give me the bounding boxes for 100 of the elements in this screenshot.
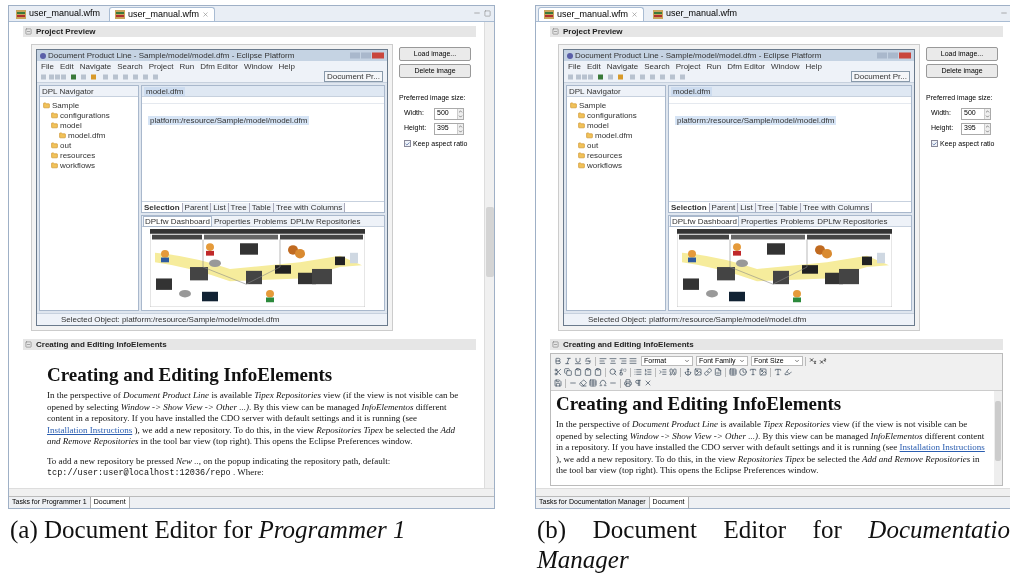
tree-item[interactable]: model.dfm <box>68 130 106 140</box>
tree-item[interactable]: platform:/resource/Sample/model/model.dfm <box>148 116 310 125</box>
menu-item[interactable]: Navigate <box>79 61 112 71</box>
caret-icon[interactable] <box>739 358 745 364</box>
superscript-icon[interactable] <box>819 357 827 365</box>
toolbar-icon[interactable] <box>619 357 627 365</box>
toolbar-icon[interactable] <box>669 368 677 376</box>
spinner-icon[interactable] <box>984 123 990 134</box>
toolbar-icon[interactable] <box>634 379 642 387</box>
spinner-icon[interactable] <box>457 108 463 119</box>
perspective-button[interactable]: Document Pr... <box>324 71 383 82</box>
view-tab[interactable]: Parent <box>182 202 212 212</box>
toolbar-icon[interactable] <box>584 357 592 365</box>
checkbox[interactable] <box>931 140 938 148</box>
view-tab[interactable]: Problems <box>252 216 289 226</box>
menu-item[interactable]: Dfm Editor <box>200 61 238 71</box>
view-tab[interactable]: Selection <box>142 202 183 212</box>
toolbar-icon[interactable] <box>774 368 782 376</box>
tree-item[interactable]: resources <box>60 150 96 160</box>
toolbar-icon[interactable] <box>714 368 722 376</box>
tree-item[interactable]: out <box>587 140 599 150</box>
view-tab[interactable]: List <box>738 202 756 212</box>
toolbar-icon[interactable] <box>634 368 642 376</box>
menu-item[interactable]: Run <box>706 61 722 71</box>
view-tab[interactable]: Tree <box>755 202 777 212</box>
perspective-button[interactable]: Document Pr... <box>851 71 910 82</box>
view-tab[interactable]: Properties <box>739 216 779 226</box>
toolbar-icon[interactable] <box>579 379 587 387</box>
view-tab[interactable]: List <box>211 202 229 212</box>
menu-item[interactable]: Help <box>278 61 295 71</box>
toolbar-icon[interactable] <box>759 368 767 376</box>
toolbar-icon[interactable] <box>589 379 597 387</box>
menu-item[interactable]: Window <box>244 61 273 71</box>
toolbar-icon[interactable] <box>729 368 737 376</box>
menu-item[interactable]: Search <box>644 61 670 71</box>
toolbar-icon[interactable] <box>574 357 582 365</box>
editor-tab[interactable]: user_manual.wfm <box>648 7 743 21</box>
toolbar-icon[interactable] <box>644 368 652 376</box>
toolbar-icon[interactable] <box>749 368 757 376</box>
toolbar-icon[interactable] <box>554 368 562 376</box>
toolbar-icon[interactable] <box>594 368 602 376</box>
section-header[interactable]: Project Preview <box>550 26 1003 37</box>
spinner-icon[interactable] <box>984 108 990 119</box>
link[interactable]: Installation Instructions <box>47 424 133 435</box>
close-icon[interactable] <box>631 11 639 18</box>
section-header[interactable]: Project Preview <box>23 26 476 37</box>
view-tab[interactable]: Problems <box>779 216 816 226</box>
toolbar-icon[interactable] <box>684 368 692 376</box>
link[interactable]: Installation Instructions <box>899 442 985 452</box>
toolbar-icon[interactable] <box>574 368 582 376</box>
menu-item[interactable]: Help <box>805 61 822 71</box>
section-header[interactable]: Creating and Editing InfoElements <box>550 339 1003 350</box>
menu-item[interactable]: Window <box>771 61 800 71</box>
view-tab[interactable]: Tree <box>228 202 250 212</box>
menu-item[interactable]: File <box>41 61 54 71</box>
caret-icon[interactable] <box>684 358 690 364</box>
tree-item[interactable]: configurations <box>587 110 637 120</box>
tree-item[interactable]: model.dfm <box>595 130 633 140</box>
toolbar-icon[interactable] <box>694 368 702 376</box>
tree-item[interactable]: configurations <box>60 110 110 120</box>
view-tab[interactable]: DPLfw Repositories <box>289 216 362 226</box>
toolbar-icon[interactable] <box>609 357 617 365</box>
collapse-icon[interactable] <box>25 341 32 348</box>
toolbar-icon[interactable] <box>704 368 712 376</box>
menu-item[interactable]: Project <box>675 61 701 71</box>
checkbox[interactable] <box>404 140 411 148</box>
menu-item[interactable]: Project <box>148 61 174 71</box>
view-tab[interactable]: Properties <box>212 216 252 226</box>
spinner-icon[interactable] <box>457 123 463 134</box>
editor-tab[interactable]: model.dfm <box>671 86 713 96</box>
collapse-icon[interactable] <box>552 341 559 348</box>
tree-item[interactable]: Sample <box>579 100 607 110</box>
caret-icon[interactable] <box>794 358 800 364</box>
menu-item[interactable]: Edit <box>586 61 601 71</box>
tree-item[interactable]: Sample <box>52 100 80 110</box>
toolbar-icon[interactable] <box>659 368 667 376</box>
toolbar-icon[interactable] <box>584 368 592 376</box>
section-header[interactable]: Creating and Editing InfoElements <box>23 339 476 350</box>
window-controls-icon[interactable] <box>350 52 384 59</box>
menu-item[interactable]: Navigate <box>606 61 639 71</box>
window-controls-icon[interactable] <box>877 52 911 59</box>
menu-item[interactable]: Search <box>117 61 143 71</box>
tree-item[interactable]: out <box>60 140 72 150</box>
toolbar-icon[interactable] <box>599 357 607 365</box>
toolbar-icon[interactable] <box>629 357 637 365</box>
tree-item[interactable]: model <box>60 120 82 130</box>
view-tab[interactable]: Tree with Columns <box>800 202 873 212</box>
tree-item[interactable]: resources <box>587 150 623 160</box>
toolbar-icon[interactable] <box>739 368 747 376</box>
toolbar-icon[interactable] <box>554 357 562 365</box>
tree-item[interactable]: workflows <box>587 160 623 170</box>
toolbar-icon[interactable] <box>619 368 627 376</box>
tree-item[interactable]: platform:/resource/Sample/model/model.dfm <box>675 116 837 125</box>
view-tab[interactable]: DPLfw Dashboard <box>670 215 739 227</box>
view-tab[interactable]: Table <box>249 202 274 212</box>
collapse-icon[interactable] <box>25 28 32 35</box>
editor-tab[interactable]: user_manual.wfm <box>538 7 645 21</box>
view-tab[interactable]: Tree with Columns <box>273 202 346 212</box>
tree-item[interactable]: model <box>587 120 609 130</box>
editor-tab[interactable]: model.dfm <box>144 86 186 96</box>
